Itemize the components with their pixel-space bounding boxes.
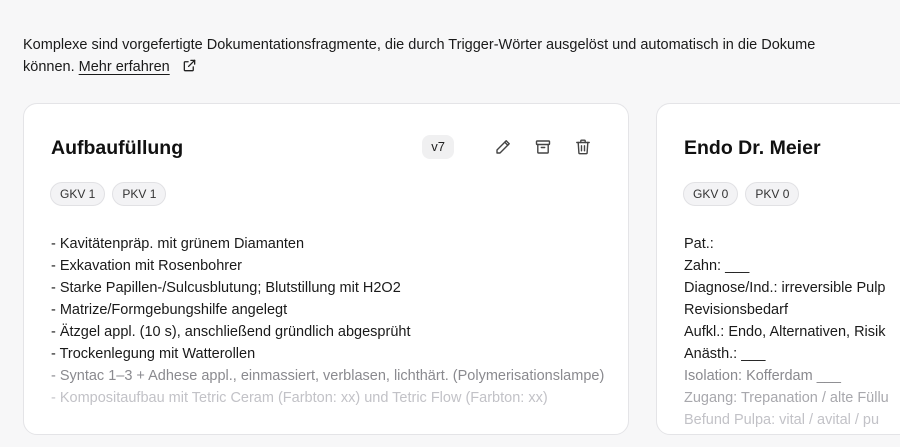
version-badge: v7 [422, 135, 454, 159]
card-content: Pat.: Zahn: ___ Diagnose/Ind.: irreversi… [684, 233, 900, 431]
content-line: - Starke Papillen-/Sulcusblutung; Blutst… [51, 280, 401, 296]
gkv-badge: GKV 1 [50, 182, 106, 206]
archive-icon [535, 140, 551, 154]
delete-button[interactable] [572, 136, 594, 158]
content-line: - Matrize/Formgebungshilfe angelegt [51, 302, 288, 318]
learn-more-link[interactable]: Mehr erfahren [79, 59, 170, 75]
archive-button[interactable] [532, 136, 554, 158]
card-toolbar: v7 [422, 135, 594, 159]
complex-card[interactable]: Aufbaufüllung v7 GKV 1 PKV 1 - Kavitäten… [23, 103, 629, 435]
trash-icon [576, 139, 590, 155]
intro-line-1: Komplexe sind vorgefertigte Dokumentatio… [23, 37, 816, 53]
pkv-badge: PKV 1 [112, 182, 167, 206]
intro-text: Komplexe sind vorgefertigte Dokumentatio… [23, 34, 900, 78]
badge-row: GKV 0 PKV 0 [683, 182, 806, 206]
intro-line-2-prefix: können. [23, 59, 75, 75]
external-link-icon[interactable] [182, 58, 197, 73]
card-content: - Kavitätenpräp. mit grünem Diamanten - … [51, 233, 608, 409]
card-title: Aufbaufüllung [51, 137, 184, 159]
pkv-badge: PKV 0 [745, 182, 800, 206]
gkv-badge: GKV 0 [683, 182, 739, 206]
content-line: - Ätzgel appl. (10 s), anschließend grün… [51, 324, 411, 340]
content-line: - Trockenlegung mit Watterollen [51, 346, 256, 362]
content-line: Revisionsbedarf [684, 302, 788, 318]
complex-card[interactable]: Endo Dr. Meier GKV 0 PKV 0 Pat.: Zahn: _… [656, 103, 900, 435]
content-line: Befund Pulpa: vital / avital / pu [684, 412, 880, 428]
content-line: Pat.: [684, 236, 714, 252]
intro-line-2: können. Mehr erfahren [23, 56, 900, 78]
content-line: - Kompositaufbau mit Tetric Ceram (Farbt… [51, 390, 548, 406]
card-title: Endo Dr. Meier [684, 137, 821, 159]
viewport: Komplexe sind vorgefertigte Dokumentatio… [0, 0, 900, 447]
content-line: - Exkavation mit Rosenbohrer [51, 258, 242, 274]
content-line: Anästh.: ___ [684, 346, 766, 362]
content-line: Aufkl.: Endo, Alternativen, Risik [684, 324, 886, 340]
content-line: Diagnose/Ind.: irreversible Pulp [684, 280, 886, 296]
edit-button[interactable] [492, 136, 514, 158]
content-line: Zugang: Trepanation / alte Füllu [684, 390, 889, 406]
content-line: Isolation: Kofferdam ___ [684, 368, 841, 384]
badge-row: GKV 1 PKV 1 [50, 182, 173, 206]
content-line: - Kavitätenpräp. mit grünem Diamanten [51, 236, 305, 252]
pencil-icon [496, 140, 510, 154]
content-line: Zahn: ___ [684, 258, 750, 274]
content-line: - Syntac 1–3 + Adhese appl., einmassiert… [51, 368, 605, 384]
